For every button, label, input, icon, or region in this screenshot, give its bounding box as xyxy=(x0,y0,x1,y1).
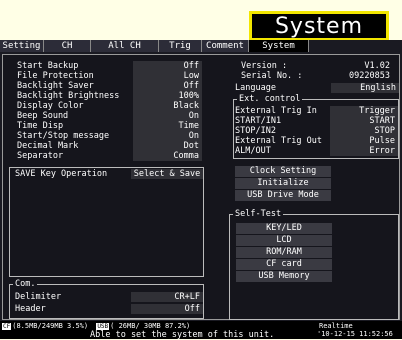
com-title: Com. xyxy=(13,279,38,289)
alm-out-row[interactable]: ALM/OUT Error xyxy=(235,146,398,156)
ext-value[interactable]: STOP xyxy=(330,126,398,136)
tab-setting[interactable]: Setting xyxy=(0,40,44,52)
tab-bar: Setting CH All CH Trig Comment System xyxy=(0,40,402,52)
setting-value[interactable]: Black xyxy=(133,101,202,111)
setting-label: Decimal Mark xyxy=(17,141,79,151)
tab-trig[interactable]: Trig xyxy=(159,40,202,52)
setting-value[interactable]: On xyxy=(133,111,202,121)
save-key-row[interactable]: SAVE Key Operation Select & Save xyxy=(15,169,203,179)
setting-display-color[interactable]: Display Color Black xyxy=(17,101,202,111)
system-settings-panel: Start Backup Off File Protection Low Bac… xyxy=(2,54,400,320)
setting-decimal-mark[interactable]: Decimal Mark Dot xyxy=(17,141,202,151)
setting-backlight-saver[interactable]: Backlight Saver Off xyxy=(17,81,202,91)
setting-value[interactable]: Low xyxy=(133,71,202,81)
usb-drive-mode-button[interactable]: USB Drive Mode xyxy=(235,190,331,201)
status-bar: CF (8.5MB/249MB 3.5%) USB( 26MB/ 30MB 87.… xyxy=(0,321,402,340)
header-row[interactable]: Header Off xyxy=(15,304,203,314)
version-label: Version : xyxy=(241,61,288,71)
start-in1-row[interactable]: START/IN1 START xyxy=(235,116,398,126)
setting-label: Display Color xyxy=(17,101,84,111)
page-title-banner: System xyxy=(249,11,389,41)
setting-value[interactable]: On xyxy=(133,131,202,141)
clock-display: '10-12-15 11:52:56 xyxy=(317,330,393,338)
language-value[interactable]: English xyxy=(331,83,399,93)
setting-label: Start Backup xyxy=(17,61,79,71)
self-test-rom-ram-button[interactable]: ROM/RAM xyxy=(236,247,332,258)
setting-value[interactable]: Comma xyxy=(133,151,202,161)
usb-usage: ( 26MB/ 30MB 87.2%) xyxy=(110,322,191,330)
setting-label: Separator xyxy=(17,151,64,161)
ext-value[interactable]: Pulse xyxy=(330,136,398,146)
save-key-group: SAVE Key Operation Select & Save xyxy=(9,167,204,277)
com-group: Com. Delimiter CR+LF Header Off xyxy=(9,279,204,319)
setting-value[interactable]: Off xyxy=(133,81,202,91)
initialize-button[interactable]: Initialize xyxy=(235,178,331,189)
self-test-group: Self-Test KEY/LED LCD ROM/RAM CF card US… xyxy=(229,209,399,320)
ext-label: START/IN1 xyxy=(235,116,282,126)
com-label: Header xyxy=(15,304,46,314)
setting-beep-sound[interactable]: Beep Sound On xyxy=(17,111,202,121)
realtime-label: Realtime xyxy=(319,322,353,330)
tab-ch[interactable]: CH xyxy=(44,40,91,52)
storage-usage: CF (8.5MB/249MB 3.5%) USB( 26MB/ 30MB 87.… xyxy=(2,322,190,330)
setting-label: Backlight Brightness xyxy=(17,91,120,101)
save-key-label: SAVE Key Operation xyxy=(15,169,108,179)
setting-start-stop-message[interactable]: Start/Stop message On xyxy=(17,131,202,141)
com-value[interactable]: CR+LF xyxy=(131,292,203,302)
ext-label: External Trig In xyxy=(235,106,317,116)
delimiter-row[interactable]: Delimiter CR+LF xyxy=(15,292,203,302)
ext-trig-out-row[interactable]: External Trig Out Pulse xyxy=(235,136,398,146)
setting-separator[interactable]: Separator Comma xyxy=(17,151,202,161)
serial-label: Serial No. : xyxy=(241,71,303,81)
com-value[interactable]: Off xyxy=(131,304,203,314)
usb-icon: USB xyxy=(96,323,110,330)
self-test-key-led-button[interactable]: KEY/LED xyxy=(236,223,332,234)
setting-label: Beep Sound xyxy=(17,111,69,121)
ext-value[interactable]: START xyxy=(330,116,398,126)
tab-all-ch[interactable]: All CH xyxy=(91,40,159,52)
ext-value[interactable]: Trigger xyxy=(330,106,398,116)
setting-value[interactable]: 100% xyxy=(133,91,202,101)
language-row[interactable]: Language English xyxy=(235,83,399,93)
clock-setting-button[interactable]: Clock Setting xyxy=(235,166,331,177)
serial-value: 09220853 xyxy=(349,71,390,81)
setting-label: Start/Stop message xyxy=(17,131,110,141)
setting-backlight-brightness[interactable]: Backlight Brightness 100% xyxy=(17,91,202,101)
setting-start-backup[interactable]: Start Backup Off xyxy=(17,61,202,71)
setting-label: Time Disp xyxy=(17,121,64,131)
device-screen: Setting CH All CH Trig Comment System St… xyxy=(0,40,402,340)
ext-label: STOP/IN2 xyxy=(235,126,276,136)
setting-time-disp[interactable]: Time Disp Time xyxy=(17,121,202,131)
setting-label: File Protection xyxy=(17,71,94,81)
ext-trig-in-row[interactable]: External Trig In Trigger xyxy=(235,106,398,116)
language-label: Language xyxy=(235,83,276,93)
ext-control-title: Ext. control xyxy=(237,94,303,104)
ext-value[interactable]: Error xyxy=(330,146,398,156)
ext-label: External Trig Out xyxy=(235,136,322,146)
cf-card-icon: CF xyxy=(2,323,12,330)
serial-row: Serial No. : 09220853 xyxy=(235,71,395,81)
setting-value[interactable]: Time xyxy=(133,121,202,131)
com-label: Delimiter xyxy=(15,292,62,302)
save-key-value[interactable]: Select & Save xyxy=(131,169,203,179)
ext-label: ALM/OUT xyxy=(235,146,271,156)
self-test-cf-card-button[interactable]: CF card xyxy=(236,259,332,270)
cf-usage: (8.5MB/249MB 3.5%) xyxy=(12,322,89,330)
tab-comment[interactable]: Comment xyxy=(202,40,249,52)
setting-file-protection[interactable]: File Protection Low xyxy=(17,71,202,81)
ext-control-group: Ext. control External Trig In Trigger ST… xyxy=(233,94,399,159)
self-test-usb-memory-button[interactable]: USB Memory xyxy=(236,271,332,282)
self-test-lcd-button[interactable]: LCD xyxy=(236,235,332,246)
tab-system[interactable]: System xyxy=(249,40,309,52)
stop-in2-row[interactable]: STOP/IN2 STOP xyxy=(235,126,398,136)
setting-label: Backlight Saver xyxy=(17,81,94,91)
self-test-title: Self-Test xyxy=(233,209,284,219)
setting-value[interactable]: Off xyxy=(133,61,202,71)
version-row: Version : V1.02 xyxy=(235,61,395,71)
setting-value[interactable]: Dot xyxy=(133,141,202,151)
version-value: V1.02 xyxy=(364,61,390,71)
